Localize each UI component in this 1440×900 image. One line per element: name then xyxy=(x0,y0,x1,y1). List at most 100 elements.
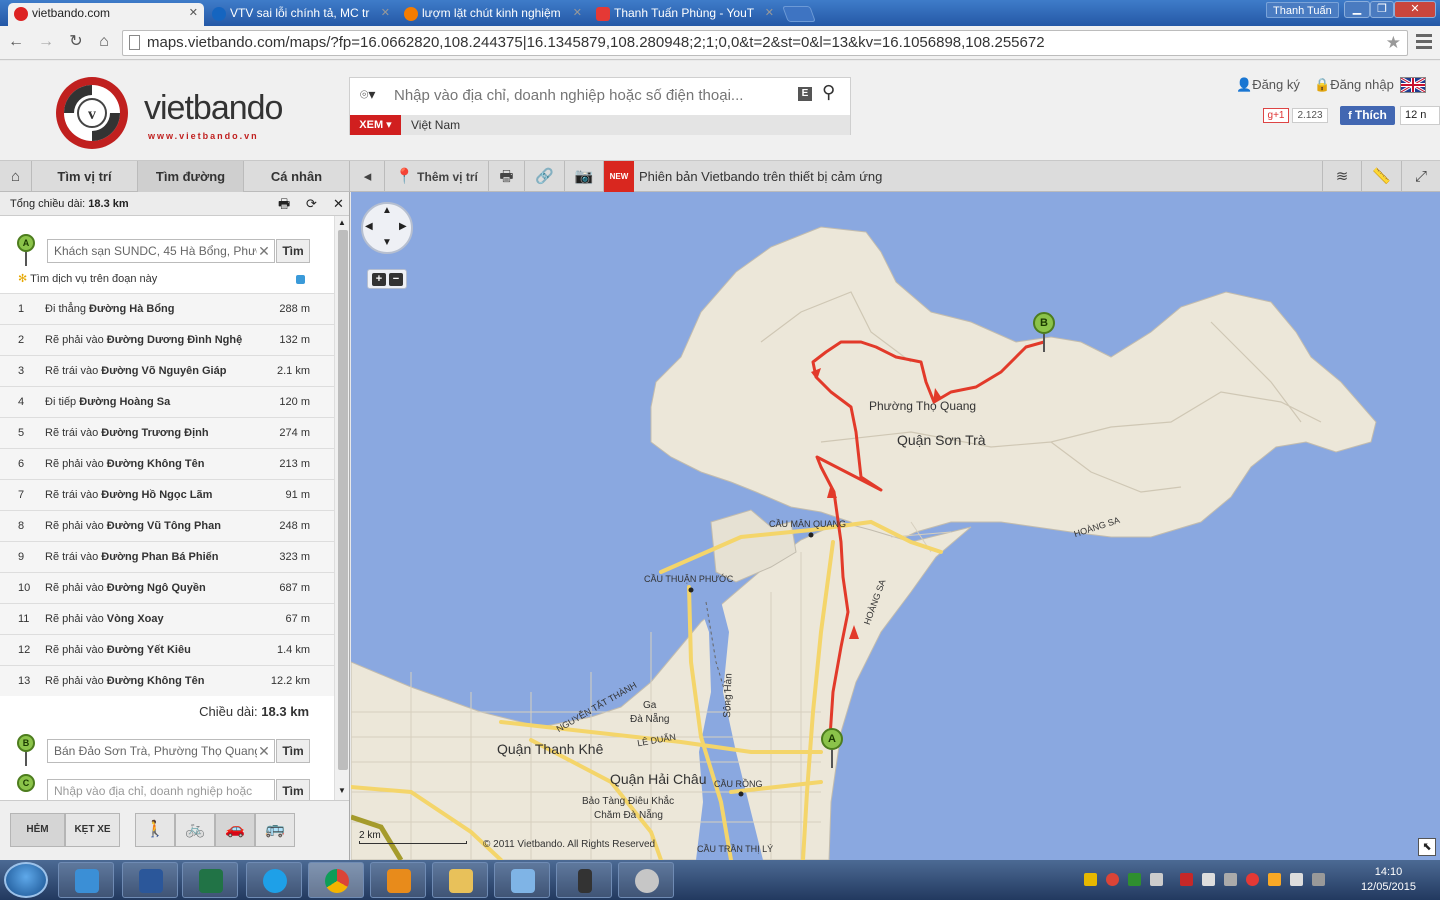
chrome-taskbar-icon[interactable] xyxy=(308,862,364,898)
route-step-row[interactable]: 6 Rẽ phải vào Đường Không Tên 213 m xyxy=(0,448,334,479)
close-tab-icon[interactable]: ✕ xyxy=(765,3,774,24)
paint-taskbar-icon[interactable] xyxy=(618,862,674,898)
collapse-panel-icon[interactable]: ◂ xyxy=(351,161,385,192)
gplus-button[interactable]: g+1 xyxy=(1263,108,1289,123)
internet-explorer-taskbar-icon[interactable] xyxy=(246,862,302,898)
bus-icon[interactable]: 🚌 xyxy=(255,813,295,847)
home-icon[interactable]: ⌂ xyxy=(94,32,114,52)
route-step-row[interactable]: 13 Rẽ phải vào Đường Không Tên 12.2 km xyxy=(0,665,334,696)
print-icon[interactable]: 🖶 xyxy=(489,161,525,192)
explorer-taskbar-icon[interactable] xyxy=(58,862,114,898)
route-step-row[interactable]: 9 Rẽ trái vào Đường Phan Bá Phiến 323 m xyxy=(0,541,334,572)
mail-taskbar-icon[interactable] xyxy=(494,862,550,898)
hem-button[interactable]: HẺM xyxy=(10,813,65,847)
link-icon[interactable]: 🔗 xyxy=(525,161,565,192)
route-step-row[interactable]: 3 Rẽ trái vào Đường Võ Nguyên Giáp 2.1 km xyxy=(0,355,334,386)
browser-tab-vietbando[interactable]: vietbando.com ✕ xyxy=(8,3,204,26)
close-window-button[interactable]: ✕ xyxy=(1394,1,1436,18)
route-step-row[interactable]: 7 Rẽ trái vào Đường Hồ Ngọc Lãm 91 m xyxy=(0,479,334,510)
scrollbar-thumb[interactable] xyxy=(338,230,348,770)
news-link[interactable]: Phiên bản Vietbando trên thiết bị cảm ứn… xyxy=(639,161,882,192)
expand-icon[interactable] xyxy=(296,275,305,284)
route-step-row[interactable]: 1 Đi thẳng Đường Hà Bổng 288 m xyxy=(0,293,334,324)
services-link[interactable]: ✻ Tìm dịch vụ trên đoạn này xyxy=(18,272,157,285)
scroll-up-icon[interactable]: ▲ xyxy=(338,218,346,227)
location-pin-icon[interactable]: ⌾▾ xyxy=(360,86,375,103)
login-link[interactable]: 🔒Đăng nhập xyxy=(1314,77,1394,93)
motorbike-icon[interactable]: 🚲 xyxy=(175,813,215,847)
route-step-row[interactable]: 11 Rẽ phải vào Vòng Xoay 67 m xyxy=(0,603,334,634)
minimize-button[interactable]: ▁ xyxy=(1344,1,1370,18)
point-a-input[interactable]: Khách sạn SUNDC, 45 Hà Bổng, Phườ xyxy=(47,239,275,263)
ket-xe-button[interactable]: KẸT XE xyxy=(65,813,120,847)
zoom-out-icon[interactable]: − xyxy=(389,273,403,286)
tab-tim-vi-tri[interactable]: Tìm vị trí xyxy=(32,161,138,192)
home-icon[interactable]: ⌂ xyxy=(0,161,32,192)
reverse-route-icon[interactable]: ⟳ xyxy=(306,192,317,216)
route-step-row[interactable]: 2 Rẽ phải vào Đường Dương Đình Nghệ 132 m xyxy=(0,324,334,355)
search-icon[interactable]: ⚲ xyxy=(822,82,835,103)
scroll-down-icon[interactable]: ▼ xyxy=(338,786,346,795)
tray-o-icon[interactable] xyxy=(1268,873,1281,886)
phone-taskbar-icon[interactable] xyxy=(556,862,612,898)
car-icon[interactable]: 🚗 xyxy=(215,813,255,847)
forward-arrow-icon[interactable]: → xyxy=(36,32,56,52)
zoom-in-icon[interactable]: + xyxy=(372,273,386,286)
browser-tab-youtube[interactable]: Thanh Tuấn Phùng - YouT ✕ xyxy=(590,3,780,26)
search-input[interactable] xyxy=(394,84,794,106)
close-tab-icon[interactable]: ✕ xyxy=(381,3,390,24)
xem-button[interactable]: XEM ▾ xyxy=(350,115,401,135)
pan-right-icon[interactable]: ▶ xyxy=(399,221,407,232)
excel-taskbar-icon[interactable] xyxy=(182,862,238,898)
register-link[interactable]: 👤Đăng ký xyxy=(1236,77,1300,93)
close-tab-icon[interactable]: ✕ xyxy=(573,3,582,24)
close-icon[interactable]: ✕ xyxy=(333,192,344,216)
ruler-icon[interactable]: 📏 xyxy=(1362,161,1402,192)
outlook-taskbar-icon[interactable] xyxy=(370,862,426,898)
find-b-button[interactable]: Tìm xyxy=(276,739,310,763)
clear-b-icon[interactable]: ✕ xyxy=(257,740,271,762)
route-step-row[interactable]: 12 Rẽ phải vào Đường Yết Kiêu 1.4 km xyxy=(0,634,334,665)
vietbando-logo[interactable]: v vietbando www.vietbando.vn xyxy=(52,73,302,153)
url-text[interactable]: maps.vietbando.com/maps/?fp=16.0662820,1… xyxy=(147,31,1045,55)
chrome-tray-icon[interactable] xyxy=(1106,873,1119,886)
camera-icon[interactable]: 📷 xyxy=(565,161,604,192)
unikey-icon[interactable] xyxy=(1128,873,1141,886)
restore-button[interactable]: ❐ xyxy=(1370,1,1394,18)
find-a-button[interactable]: Tìm xyxy=(276,239,310,263)
fullscreen-icon[interactable]: ⤢ xyxy=(1402,161,1440,192)
map-marker-a[interactable]: A xyxy=(821,728,843,750)
clear-a-icon[interactable]: ✕ xyxy=(257,240,271,262)
print-icon[interactable]: 🖶 xyxy=(278,192,290,216)
walking-icon[interactable]: 🚶 xyxy=(135,813,175,847)
english-flag-icon[interactable] xyxy=(1400,76,1426,94)
bookmark-star-icon[interactable]: ★ xyxy=(1386,33,1401,53)
clock[interactable]: 14:10 12/05/2015 xyxy=(1361,865,1416,895)
folder-taskbar-icon[interactable] xyxy=(432,862,488,898)
shield-icon[interactable] xyxy=(1084,873,1097,886)
map-canvas[interactable]: A B Phường Thọ Quang Quận Sơn Trà Quận T… xyxy=(351,192,1440,860)
browser-tab-vtv[interactable]: VTV sai lỗi chính tả, MC tr ✕ xyxy=(206,3,396,26)
action-center-icon[interactable] xyxy=(1290,873,1303,886)
point-b-input[interactable]: Bán Đảo Sơn Trà, Phường Thọ Quang xyxy=(47,739,275,763)
close-tab-icon[interactable]: ✕ xyxy=(189,3,198,24)
tab-tim-duong[interactable]: Tìm đường xyxy=(138,161,244,192)
pan-left-icon[interactable]: ◀ xyxy=(365,221,373,232)
reload-icon[interactable]: ↻ xyxy=(66,32,86,52)
address-bar[interactable]: maps.vietbando.com/maps/?fp=16.0662820,1… xyxy=(122,30,1408,56)
route-step-row[interactable]: 4 Đi tiếp Đường Hoàng Sa 120 m xyxy=(0,386,334,417)
tray-app-icon[interactable] xyxy=(1246,873,1259,886)
panel-scrollbar[interactable]: ▲ ▼ xyxy=(334,216,349,800)
start-button[interactable] xyxy=(4,862,48,898)
route-step-row[interactable]: 5 Rẽ trái vào Đường Trương Định 274 m xyxy=(0,417,334,448)
tray-expand-icon[interactable] xyxy=(1312,873,1325,886)
layers-icon[interactable]: ≋ xyxy=(1322,161,1362,192)
word-taskbar-icon[interactable] xyxy=(122,862,178,898)
route-step-row[interactable]: 8 Rẽ phải vào Đường Vũ Tông Phan 248 m xyxy=(0,510,334,541)
antivirus-icon[interactable] xyxy=(1180,873,1193,886)
pan-up-icon[interactable]: ▲ xyxy=(382,205,392,216)
facebook-like-button[interactable]: f Thích xyxy=(1340,106,1395,125)
map-marker-b[interactable]: B xyxy=(1033,312,1055,334)
back-arrow-icon[interactable]: ← xyxy=(6,32,26,52)
browser-menu-icon[interactable] xyxy=(1416,34,1432,50)
